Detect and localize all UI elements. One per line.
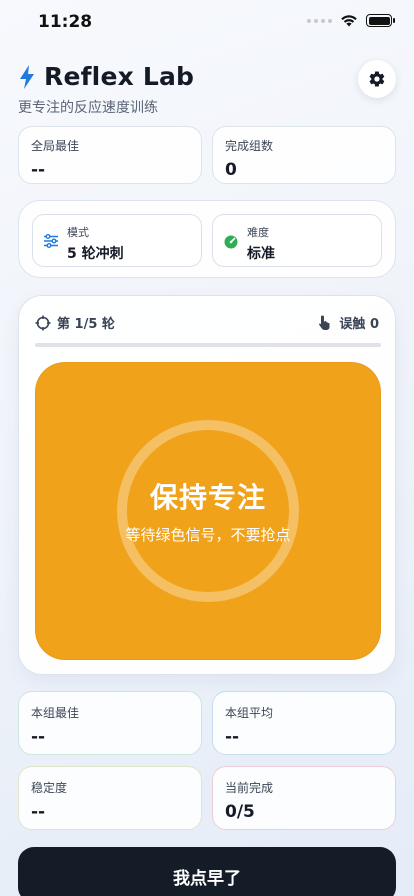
miss-indicator: 误触 0: [317, 313, 379, 332]
reaction-pad[interactable]: 保持专注 等待绿色信号，不要抢点: [35, 362, 381, 660]
header: Reflex Lab 更专注的反应速度训练: [18, 60, 396, 117]
global-best-card: 全局最佳 --: [18, 126, 202, 184]
pad-subtitle: 等待绿色信号，不要抢点: [125, 526, 291, 544]
stat-value: 0/5: [225, 802, 255, 822]
stat-value: --: [31, 160, 46, 180]
stability-card: 稳定度 --: [18, 766, 202, 830]
round-text: 第 1/5 轮: [57, 317, 115, 332]
app-subtitle: 更专注的反应速度训练: [18, 100, 158, 116]
difficulty-label: 难度: [247, 226, 269, 239]
app-title: Reflex Lab: [44, 62, 195, 91]
lightning-bolt-icon: [20, 64, 34, 89]
mode-value: 5 轮冲刺: [67, 246, 124, 262]
set-average-card: 本组平均 --: [212, 691, 396, 755]
round-progress-bar: [35, 343, 381, 347]
signal-dots-icon: [307, 18, 332, 23]
mode-label: 模式: [67, 226, 89, 239]
status-bar: 11:28: [0, 0, 414, 46]
stat-label: 本组最佳: [31, 706, 80, 720]
current-completion-card: 当前完成 0/5: [212, 766, 396, 830]
settings-button[interactable]: [358, 60, 396, 98]
stat-label: 完成组数: [225, 139, 274, 153]
difficulty-selector[interactable]: 难度 标准: [212, 214, 382, 267]
stat-value: --: [31, 727, 46, 747]
round-indicator: 第 1/5 轮: [35, 313, 115, 332]
stat-label: 本组平均: [225, 706, 274, 720]
stat-value: --: [225, 727, 240, 747]
status-time: 11:28: [38, 12, 93, 32]
sliders-icon: [44, 234, 58, 248]
gauge-icon: [224, 235, 238, 249]
crosshair-icon: [35, 315, 51, 330]
tap-hand-icon: [319, 315, 330, 330]
stat-label: 当前完成: [225, 781, 274, 795]
mode-selector[interactable]: 模式 5 轮冲刺: [32, 214, 202, 267]
difficulty-value: 标准: [247, 246, 275, 262]
game-panel: 第 1/5 轮 误触 0 保持专注 等待绿色信号，不要抢点: [18, 295, 396, 675]
tapped-early-button[interactable]: 我点早了: [18, 847, 396, 896]
stat-value: 0: [225, 160, 237, 180]
stat-label: 稳定度: [31, 781, 68, 795]
status-icons: [307, 14, 395, 27]
pad-title: 保持专注: [149, 481, 266, 514]
gear-icon: [369, 71, 385, 87]
battery-icon: [366, 14, 395, 27]
completed-sets-card: 完成组数 0: [212, 126, 396, 184]
wifi-icon: [341, 15, 357, 27]
stat-label: 全局最佳: [31, 139, 80, 153]
miss-text: 误触 0: [339, 317, 379, 332]
title-row: Reflex Lab: [18, 62, 396, 91]
options-panel: 模式 5 轮冲刺 难度 标准: [18, 200, 396, 278]
set-best-card: 本组最佳 --: [18, 691, 202, 755]
stat-value: --: [31, 802, 46, 822]
